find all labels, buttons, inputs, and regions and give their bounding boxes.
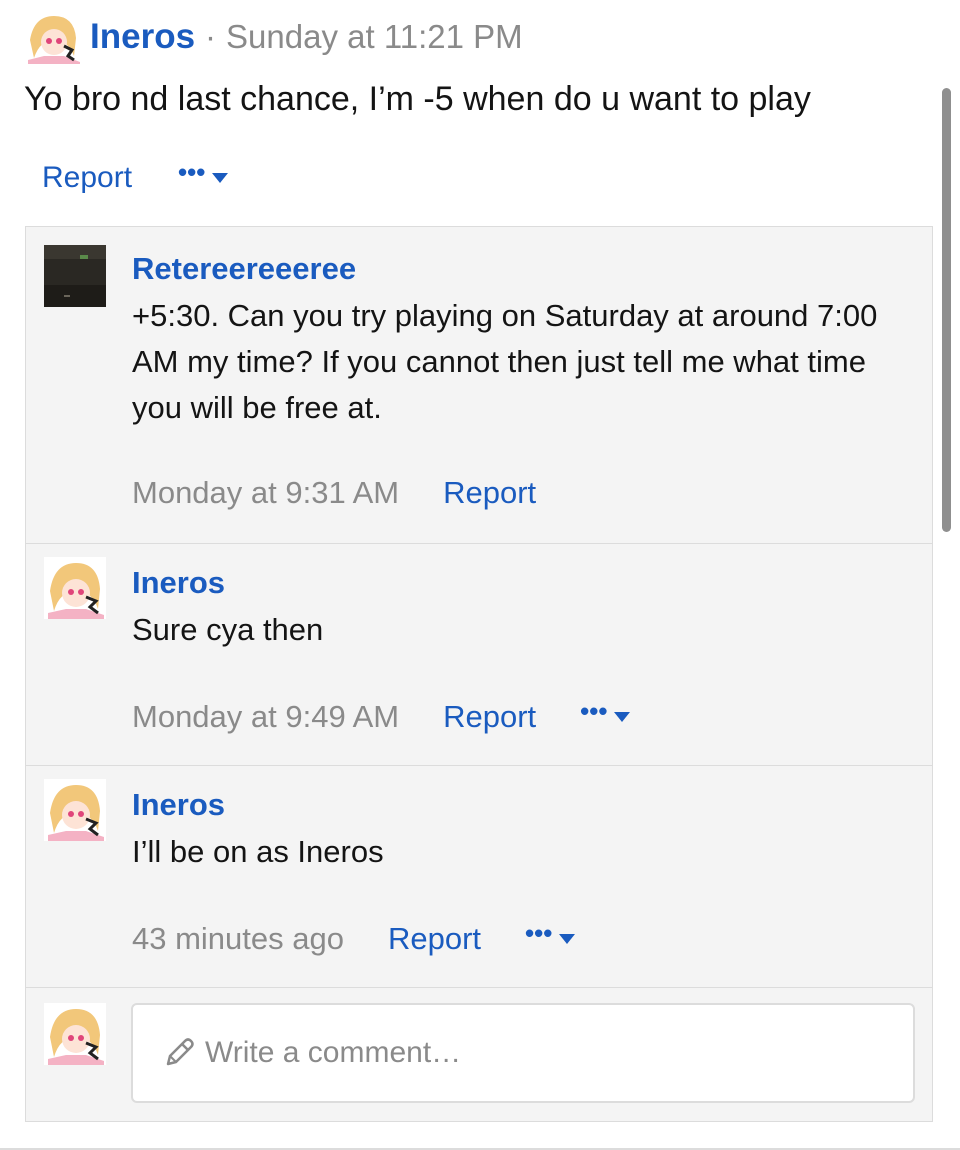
comment-timestamp[interactable]: 43 minutes ago [132,921,344,957]
post-body: Yo bro nd last chance, I’m -5 when do u … [24,80,811,118]
commenter-avatar[interactable] [44,779,106,841]
comment-report-link[interactable]: Report [443,475,536,511]
comment-input[interactable]: Write a comment… [131,1003,915,1103]
post-actions: Report ••• [42,159,229,195]
comment-author-name[interactable]: Retereereeeree [132,251,356,287]
comment-author-name[interactable]: Ineros [132,565,225,601]
commenter-avatar[interactable] [44,245,106,307]
post-report-link[interactable]: Report [42,161,132,195]
pencil-icon [166,1038,194,1066]
more-dots-icon: ••• [580,696,608,726]
comment-text: Sure cya then [132,612,324,647]
comment-timestamp[interactable]: Monday at 9:49 AM [132,699,399,735]
post-timestamp[interactable]: Sunday at 11:21 PM [226,18,523,56]
comments-panel: Retereereeeree +5:30. Can you try playin… [25,226,933,1122]
comment-input-placeholder: Write a comment… [205,1036,462,1069]
scrollbar[interactable] [942,88,951,532]
comment-text: +5:30. Can you try playing on Saturday a… [132,298,878,425]
comment-actions: 43 minutes ago Report ••• [132,920,576,957]
caret-down-icon [614,712,631,722]
author-avatar[interactable] [24,10,82,64]
caret-down-icon [559,934,576,944]
comment-author-name[interactable]: Ineros [132,787,225,823]
caret-down-icon [212,173,229,183]
comment-more-menu[interactable]: ••• [580,698,631,730]
comment-report-link[interactable]: Report [388,921,481,957]
comment-item: Ineros I’ll be on as Ineros 43 minutes a… [26,765,932,988]
comment-actions: Monday at 9:31 AM Report [132,475,536,511]
post-header: Ineros · Sunday at 11:21 PM [24,10,523,64]
commenter-avatar[interactable] [44,557,106,619]
comment-item: Retereereeeree +5:30. Can you try playin… [26,227,932,544]
comment-text: I’ll be on as Ineros [132,834,384,869]
comment-timestamp[interactable]: Monday at 9:31 AM [132,475,399,511]
comment-more-menu[interactable]: ••• [525,920,576,952]
header-separator: · [205,18,217,55]
post-author-name[interactable]: Ineros [90,17,195,57]
current-user-avatar[interactable] [44,1003,106,1065]
comment-report-link[interactable]: Report [443,699,536,735]
comment-item: Ineros Sure cya then Monday at 9:49 AM R… [26,543,932,766]
more-dots-icon: ••• [525,918,553,948]
more-dots-icon: ••• [178,157,206,187]
post-more-menu[interactable]: ••• [178,159,229,191]
comment-actions: Monday at 9:49 AM Report ••• [132,698,631,735]
